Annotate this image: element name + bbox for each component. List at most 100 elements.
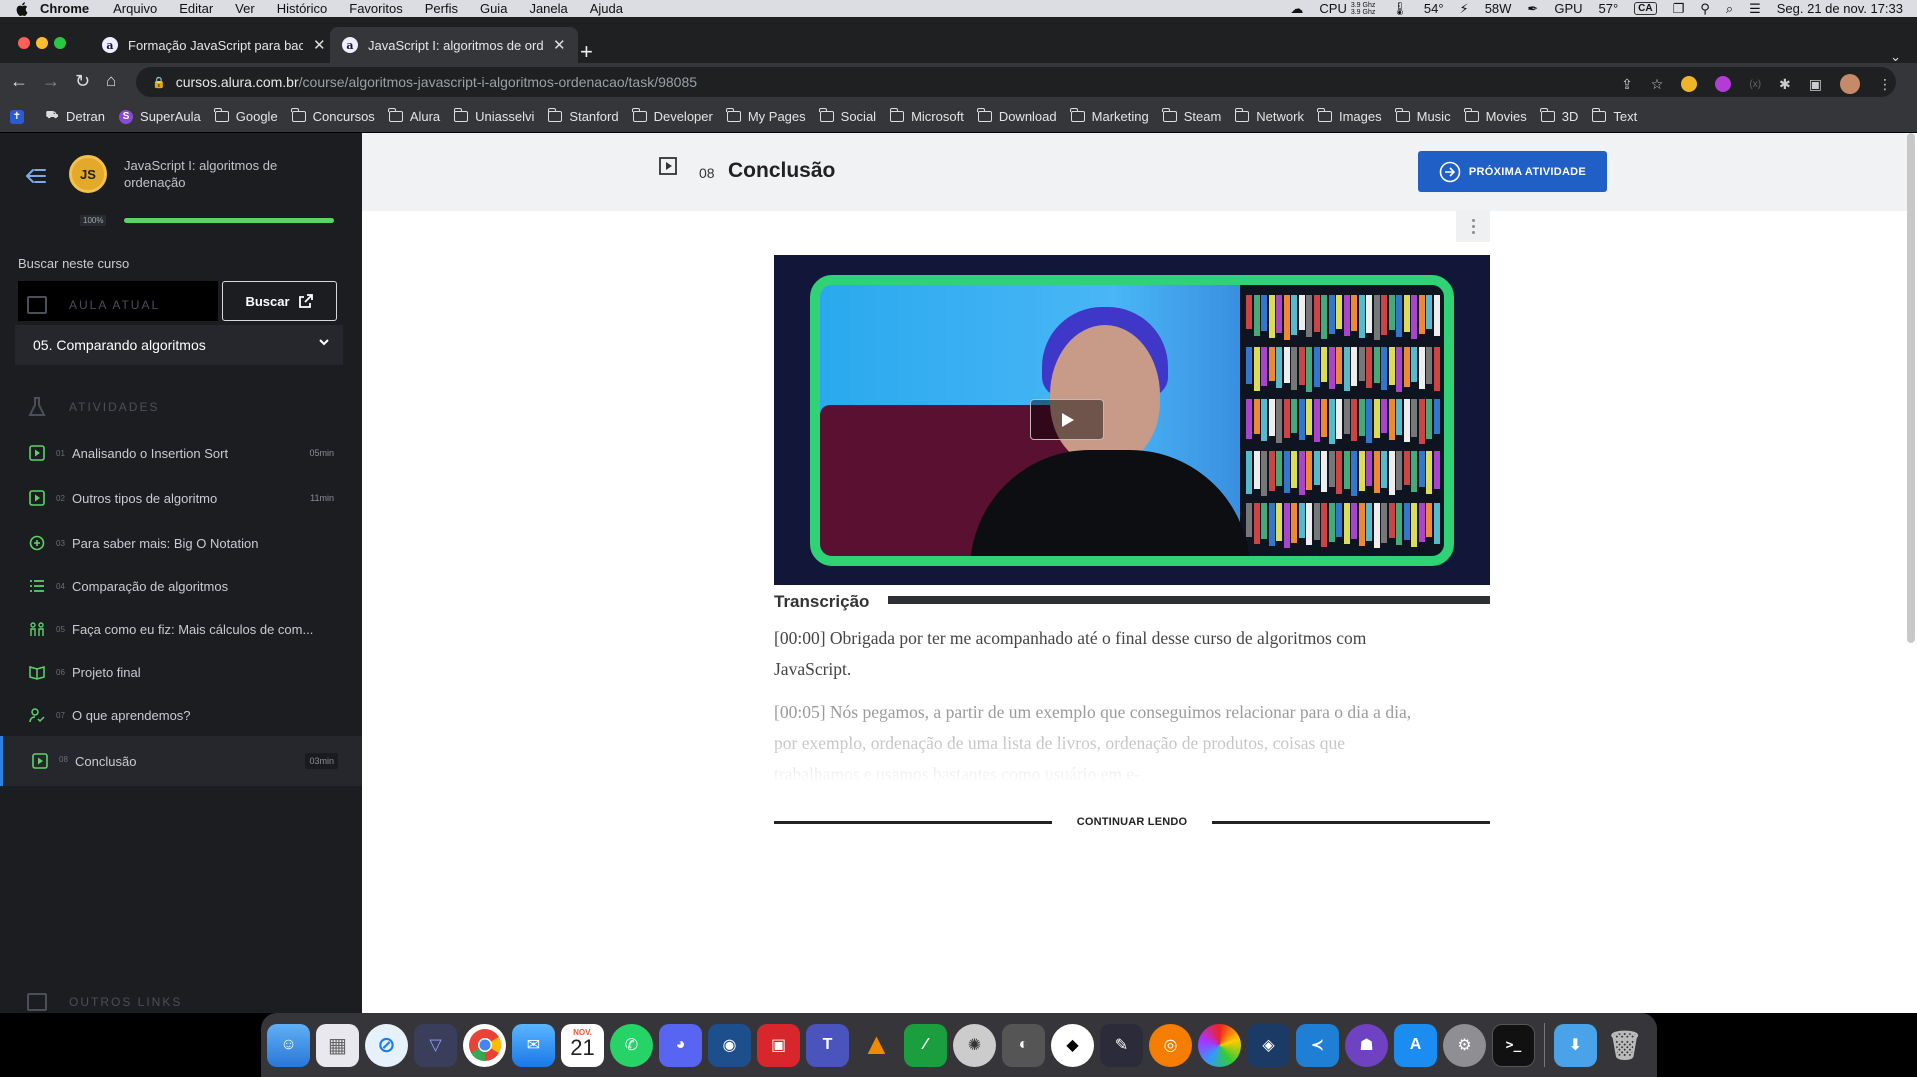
bookmark-folder-microsoft[interactable]: Microsoft bbox=[889, 108, 964, 124]
cloud-icon[interactable]: ☁ bbox=[1290, 1, 1303, 17]
trash-icon[interactable]: 🗑 bbox=[1603, 1024, 1646, 1067]
bookmark-folder-concursos[interactable]: Concursos bbox=[291, 108, 375, 124]
safari-icon[interactable]: ⊘ bbox=[365, 1023, 408, 1067]
bookmark-folder-stanford[interactable]: Stanford bbox=[547, 108, 619, 124]
blender-icon[interactable]: ◎ bbox=[1149, 1023, 1192, 1067]
next-activity-button[interactable]: PRÓXIMA ATIVIDADE bbox=[1418, 151, 1607, 192]
activity-item[interactable]: 04 Comparação de algoritmos bbox=[0, 563, 362, 609]
close-tab-icon[interactable]: ✕ bbox=[553, 36, 566, 54]
input-source-badge[interactable]: CA bbox=[1634, 2, 1657, 15]
extension-2-icon[interactable] bbox=[1715, 76, 1732, 92]
activity-item[interactable]: 03 Para saber mais: Big O Notation bbox=[0, 520, 362, 566]
video-player[interactable] bbox=[774, 255, 1490, 585]
whatsapp-icon[interactable]: ✆ bbox=[610, 1023, 653, 1067]
menu-janela[interactable]: Janela bbox=[529, 1, 567, 16]
current-lesson-dropdown[interactable]: 05. Comparando algoritmos bbox=[15, 325, 343, 365]
extension-1-icon[interactable] bbox=[1681, 76, 1698, 92]
menu-arquivo[interactable]: Arquivo bbox=[113, 1, 157, 16]
power-readout[interactable]: 58W bbox=[1485, 1, 1512, 16]
more-options-icon[interactable] bbox=[1456, 210, 1490, 242]
course-title[interactable]: JavaScript I: algoritmos de ordenação bbox=[124, 157, 294, 191]
photo-booth-icon[interactable]: ▣ bbox=[757, 1023, 800, 1067]
vscode-icon[interactable]: ≺ bbox=[1296, 1023, 1339, 1067]
launchpad-icon[interactable]: ▦ bbox=[316, 1023, 359, 1067]
control-center-icon[interactable]: ☰ bbox=[1749, 1, 1761, 17]
downloads-folder-icon[interactable]: ⬇ bbox=[1554, 1023, 1597, 1067]
menu-app-name[interactable]: Chrome bbox=[40, 1, 89, 16]
reload-icon[interactable]: ↻ bbox=[75, 71, 90, 91]
menu-favoritos[interactable]: Favoritos bbox=[349, 1, 402, 16]
bookmark-folder-network[interactable]: Network bbox=[1234, 108, 1304, 124]
course-logo[interactable]: JS bbox=[69, 155, 107, 193]
lock-icon[interactable]: 🔒 bbox=[152, 76, 166, 89]
tab-javascript-algoritmos[interactable]: a JavaScript I: algoritmos de ord ✕ bbox=[330, 27, 578, 63]
bookmark-folder-images[interactable]: Images bbox=[1317, 108, 1382, 124]
github-desktop-icon[interactable]: ☗ bbox=[1345, 1023, 1388, 1067]
cpu-temp[interactable]: 54° bbox=[1424, 1, 1444, 16]
window-icon[interactable]: ❐ bbox=[1673, 1, 1685, 17]
menubar-clock[interactable]: Seg. 21 de nov. 17:33 bbox=[1777, 1, 1903, 16]
menu-guia[interactable]: Guia bbox=[480, 1, 507, 16]
bookmark-folder-developer[interactable]: Developer bbox=[632, 108, 713, 124]
play-button[interactable] bbox=[1030, 399, 1104, 440]
discord-icon[interactable]: ◕ bbox=[659, 1023, 702, 1067]
close-tab-icon[interactable]: ✕ bbox=[313, 36, 326, 54]
proton-vpn-icon[interactable]: ▽ bbox=[414, 1023, 457, 1067]
menu-ajuda[interactable]: Ajuda bbox=[590, 1, 623, 16]
home-icon[interactable]: ⌂ bbox=[106, 71, 116, 91]
search-icon[interactable]: ⌕ bbox=[1726, 1, 1733, 17]
bookmark-folder-alura[interactable]: Alura bbox=[388, 108, 440, 124]
bookmark-folder-download[interactable]: Download bbox=[977, 108, 1057, 124]
bookmark-star-icon[interactable]: ☆ bbox=[1651, 76, 1664, 93]
cpu-monitor[interactable]: CPU 3.9 Ghz 3.9 Ghz bbox=[1319, 1, 1375, 16]
window-minimize-button[interactable] bbox=[36, 37, 48, 49]
gpu-label[interactable]: GPU bbox=[1554, 1, 1582, 16]
menu-editar[interactable]: Editar bbox=[179, 1, 213, 16]
bookmark-folder-movies[interactable]: Movies bbox=[1464, 108, 1527, 124]
gpu-temp[interactable]: 57° bbox=[1599, 1, 1619, 16]
calendar-icon[interactable]: NOV. 21 bbox=[561, 1023, 604, 1067]
activity-item[interactable]: 02 Outros tipos de algoritmo 11min bbox=[0, 475, 362, 521]
finder-icon[interactable]: ☺ bbox=[267, 1023, 310, 1067]
address-bar[interactable]: 🔒 cursos.alura.com.br/course/algoritmos-… bbox=[136, 67, 1896, 97]
menu-historico[interactable]: Histórico bbox=[277, 1, 328, 16]
activity-item[interactable]: 08 Conclusão 03min bbox=[0, 736, 362, 786]
activity-item[interactable]: 07 O que aprendemos? bbox=[0, 692, 362, 738]
back-arrow-icon[interactable]: ← bbox=[10, 71, 28, 91]
search-button[interactable]: Buscar bbox=[222, 281, 337, 321]
bookmark-folder-music[interactable]: Music bbox=[1395, 108, 1451, 124]
bookmark-folder-steam[interactable]: Steam bbox=[1162, 108, 1221, 124]
davinci-resolve-icon[interactable] bbox=[1198, 1023, 1241, 1067]
antenna-icon[interactable]: ⚲ bbox=[1700, 1, 1710, 17]
apple-menu-icon[interactable] bbox=[16, 1, 30, 16]
bookmark-superaula[interactable]: S SuperAula bbox=[119, 109, 201, 124]
window-zoom-button[interactable] bbox=[54, 37, 66, 49]
app-store-icon[interactable]: A bbox=[1394, 1023, 1437, 1067]
system-preferences-icon[interactable]: ⚙ bbox=[1443, 1023, 1486, 1067]
gimp-icon[interactable]: ◐ bbox=[1002, 1023, 1045, 1067]
numbers-icon[interactable]: ⁄ bbox=[904, 1023, 947, 1067]
bookmark-folder-social[interactable]: Social bbox=[819, 108, 876, 124]
feather-icon[interactable]: ✒ bbox=[1527, 1, 1538, 17]
activity-item[interactable]: 06 Projeto final bbox=[0, 649, 362, 695]
activity-item[interactable]: 01 Analisando o Insertion Sort 05min bbox=[0, 430, 362, 476]
forward-arrow-icon[interactable]: → bbox=[42, 71, 60, 91]
new-tab-icon[interactable]: + bbox=[580, 41, 593, 63]
continue-reading-button[interactable]: CONTINUAR LENDO bbox=[1054, 816, 1210, 828]
sidepanel-icon[interactable]: ▣ bbox=[1809, 76, 1822, 93]
disk-utility-icon[interactable]: ✺ bbox=[953, 1023, 996, 1067]
bookmark-pin[interactable]: ✝ bbox=[10, 109, 31, 124]
window-close-button[interactable] bbox=[18, 37, 30, 49]
menu-ver[interactable]: Ver bbox=[235, 1, 255, 16]
chrome-menu-icon[interactable]: ⋮ bbox=[1878, 76, 1892, 93]
bookmark-folder-text[interactable]: Text bbox=[1591, 108, 1637, 124]
page-scrollbar[interactable] bbox=[1907, 133, 1915, 643]
bookmark-folder-google[interactable]: Google bbox=[214, 108, 278, 124]
bookmark-detran[interactable]: ⛟ Detran bbox=[45, 109, 105, 124]
terminal-icon[interactable]: >_ bbox=[1492, 1023, 1535, 1067]
tab-formacao[interactable]: a Formação JavaScript para bac ✕ bbox=[90, 27, 338, 63]
share-icon[interactable]: ⇪ bbox=[1621, 76, 1633, 93]
teams-icon[interactable]: T bbox=[806, 1023, 849, 1067]
menu-perfis[interactable]: Perfis bbox=[425, 1, 458, 16]
vectornator-icon[interactable]: ✎ bbox=[1100, 1023, 1143, 1067]
